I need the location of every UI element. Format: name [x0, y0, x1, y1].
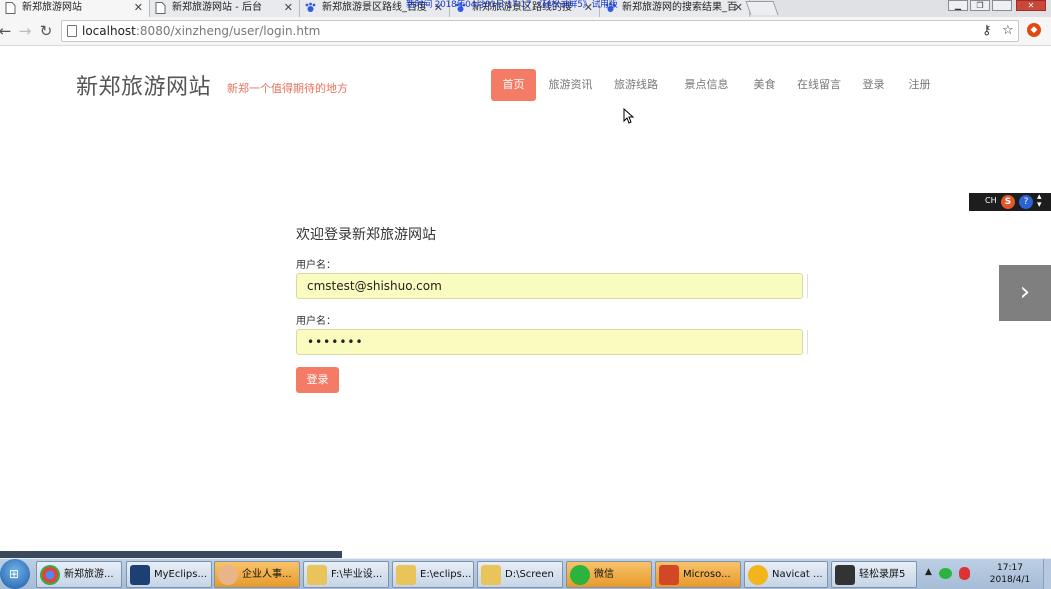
restore-button[interactable] [992, 0, 1012, 11]
windows-logo-icon: ⊞ [9, 567, 20, 581]
nav-news[interactable]: 旅游资讯 [543, 69, 598, 101]
wechat-tray-icon[interactable] [939, 568, 952, 579]
new-tab-button[interactable] [745, 1, 779, 15]
help-icon[interactable]: ? [1019, 195, 1033, 209]
field-divider [807, 274, 808, 298]
page-icon [5, 2, 16, 14]
site-brand[interactable]: 新郑旅游网站 [76, 69, 211, 101]
clock[interactable]: 17:17 2018/4/1 [984, 562, 1036, 586]
username-label: 用户名： [296, 260, 336, 271]
password-label: 用户名： [296, 316, 336, 327]
forward-icon[interactable]: → [16, 22, 34, 40]
tab-title: 新郑旅游网站 [22, 2, 82, 13]
start-button[interactable]: ⊞ [0, 559, 30, 589]
login-button[interactable]: 登录 [296, 367, 339, 393]
taskbar-item[interactable]: F:\毕业设... [303, 561, 389, 588]
ime-language[interactable]: CH [985, 196, 997, 205]
tab-close-icon[interactable]: ✕ [284, 0, 293, 16]
taskbar-item[interactable]: 企业人事... [214, 561, 300, 588]
tab-title: 新郑旅游网的搜索结果_百 [622, 2, 737, 13]
address-bar[interactable]: localhost:8080/xinzheng/user/login.htm ⚷… [61, 20, 1019, 42]
taskbar-item[interactable]: 新郑旅游... [36, 561, 122, 588]
key-icon[interactable]: ⚷ [982, 23, 992, 38]
nav-routes[interactable]: 旅游线路 [606, 69, 666, 101]
qq-tray-icon[interactable] [959, 567, 970, 580]
navicat-icon [748, 565, 768, 585]
avatar-icon [218, 565, 238, 585]
taskbar-item[interactable]: 微信 [566, 561, 652, 588]
tab-strip: 新郑旅游网站 ✕ 新郑旅游网站 - 后台 ✕ 新郑旅游景区路线_百度 ✕ 新郑旅… [0, 0, 1051, 17]
browser-tab[interactable]: 新郑旅游网站 - 后台 ✕ [150, 0, 300, 17]
nav-home[interactable]: 首页 [491, 69, 536, 101]
wechat-icon [570, 565, 590, 585]
mouse-cursor-icon [623, 108, 634, 124]
taskbar-item[interactable]: MyEclips... [126, 561, 212, 588]
minimize-button[interactable]: ▁ [948, 0, 968, 11]
taskbar-item[interactable]: Navicat ... [744, 561, 828, 588]
back-icon[interactable]: ← [0, 22, 14, 40]
site-slogan: 新郑一个值得期待的地方 [227, 82, 348, 95]
nav-login[interactable]: 登录 [856, 69, 891, 101]
extension-icon[interactable]: ◆ [1027, 23, 1041, 37]
system-tray: ▲ 17:17 2018/4/1 [921, 559, 1051, 589]
page-icon [155, 2, 166, 14]
taskbar-item[interactable]: Microso... [655, 561, 741, 588]
ime-toolbar[interactable]: CH S ? ▴ ▾ [969, 193, 1051, 211]
browser-tab[interactable]: 新郑旅游网的搜索结果_百 ✕ [600, 0, 750, 17]
tray-expand-icon[interactable]: ▲ [925, 567, 932, 577]
tab-close-icon[interactable]: ✕ [734, 0, 743, 16]
window-edge [0, 551, 342, 558]
bookmark-star-icon[interactable]: ☆ [1002, 23, 1014, 38]
nav-register[interactable]: 注册 [902, 69, 937, 101]
folder-icon [396, 565, 416, 585]
close-button[interactable]: ✕ [1016, 0, 1046, 11]
browser-toolbar: ← → ↻ localhost:8080/xinzheng/user/login… [0, 17, 1051, 46]
folder-icon [481, 565, 501, 585]
nav-attractions[interactable]: 景点信息 [679, 69, 734, 101]
chrome-icon [40, 565, 60, 585]
login-title: 欢迎登录新郑旅游网站 [296, 227, 436, 243]
show-desktop-button[interactable] [1043, 559, 1051, 589]
url-text[interactable]: localhost:8080/xinzheng/user/login.htm [82, 21, 320, 41]
recorder-watermark: 新时间 2018年04月01日 17:17 《轻松录屏5》试用版 [406, 0, 618, 10]
myeclipse-icon [130, 565, 150, 585]
taskbar: ⊞ 新郑旅游... MyEclips... 企业人事... F:\毕业设... … [0, 558, 1051, 589]
restore-button[interactable]: ❐ [970, 0, 990, 11]
folder-icon [307, 565, 327, 585]
browser-tab[interactable]: 新郑旅游网站 ✕ [0, 0, 150, 17]
taskbar-item[interactable]: D:\Screen [477, 561, 563, 588]
sogou-icon[interactable]: S [1001, 195, 1015, 209]
nav-food[interactable]: 美食 [747, 69, 782, 101]
tab-close-icon[interactable]: ✕ [134, 0, 143, 16]
taskbar-item[interactable]: E:\eclips... [392, 561, 474, 588]
nav-message[interactable]: 在线留言 [794, 69, 844, 101]
field-divider [807, 330, 808, 354]
powerpoint-icon [659, 565, 679, 585]
taskbar-item[interactable]: 轻松录屏5 [831, 561, 917, 588]
username-input[interactable]: cmstest@shishuo.com [296, 273, 803, 299]
ime-menu-icon[interactable]: ▴ ▾ [1037, 193, 1042, 210]
recorder-icon [835, 565, 855, 585]
reload-icon[interactable]: ↻ [37, 22, 55, 40]
page-info-icon[interactable] [67, 25, 77, 37]
password-input[interactable]: ••••••• [296, 329, 803, 355]
tab-title: 新郑旅游网站 - 后台 [172, 2, 262, 13]
next-arrow-button[interactable]: › [999, 265, 1051, 321]
baidu-paw-icon [305, 2, 316, 14]
